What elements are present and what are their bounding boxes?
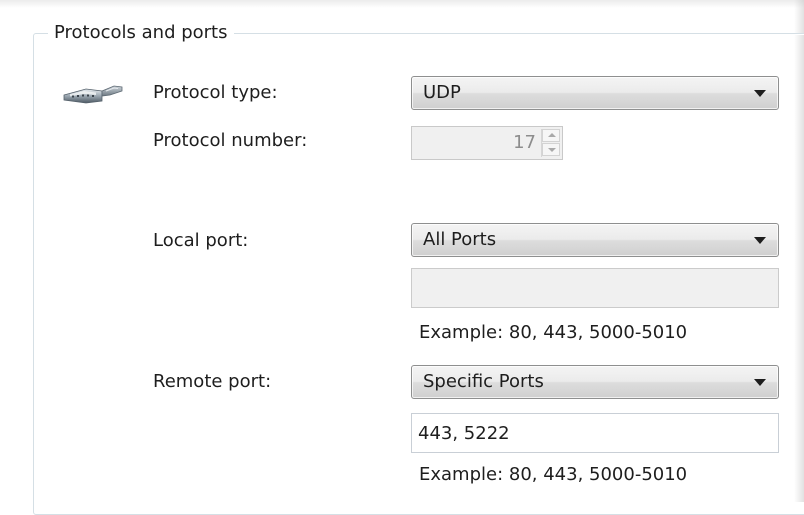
spinner-down-icon — [542, 143, 560, 156]
spinner-up-icon — [542, 129, 560, 142]
spinner-buttons — [541, 129, 560, 157]
local-port-example: Example: 80, 443, 5000-5010 — [419, 322, 688, 343]
protocol-type-value: UDP — [423, 82, 461, 103]
local-port-label: Local port: — [153, 230, 249, 251]
local-port-input[interactable] — [411, 268, 779, 308]
chevron-down-icon — [754, 90, 766, 97]
remote-port-example: Example: 80, 443, 5000-5010 — [419, 464, 688, 485]
chevron-down-icon — [754, 379, 766, 386]
protocol-number-spinner: 17 — [411, 126, 563, 160]
groupbox-title: Protocols and ports — [48, 21, 234, 45]
protocol-type-label: Protocol type: — [153, 82, 278, 103]
protocol-number-value: 17 — [513, 132, 536, 153]
protocol-type-dropdown[interactable]: UDP — [411, 76, 779, 110]
remote-port-field[interactable] — [412, 414, 778, 452]
window-edge-top — [0, 0, 804, 8]
remote-port-dropdown[interactable]: Specific Ports — [411, 365, 779, 399]
remote-port-input[interactable] — [411, 413, 779, 453]
network-plug-icon — [62, 82, 126, 108]
remote-port-selected: Specific Ports — [423, 371, 544, 392]
chevron-down-icon — [754, 237, 766, 244]
local-port-field[interactable] — [412, 269, 778, 307]
local-port-selected: All Ports — [423, 229, 497, 250]
protocol-number-label: Protocol number: — [153, 130, 308, 151]
local-port-dropdown[interactable]: All Ports — [411, 223, 779, 257]
remote-port-label: Remote port: — [153, 371, 272, 392]
